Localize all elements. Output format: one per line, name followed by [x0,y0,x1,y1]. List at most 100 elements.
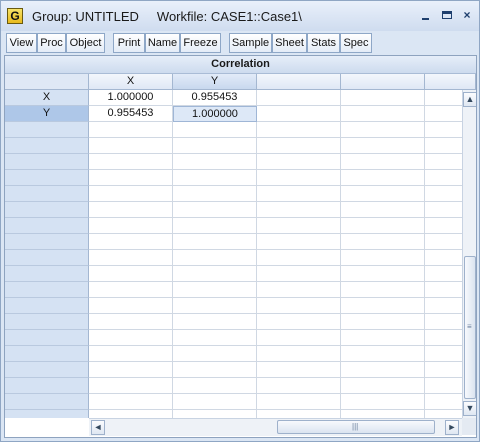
table-cell[interactable] [89,282,173,298]
table-cell[interactable] [173,138,257,154]
table-cell[interactable] [173,122,257,138]
row-header[interactable] [5,218,89,234]
table-cell[interactable] [425,218,463,234]
table-cell[interactable] [173,378,257,394]
row-header[interactable] [5,202,89,218]
table-cell[interactable] [425,346,463,362]
table-cell[interactable] [173,234,257,250]
table-cell[interactable] [257,298,341,314]
proc-button[interactable]: Proc [37,33,66,53]
table-cell[interactable] [341,154,425,170]
table-cell[interactable] [257,202,341,218]
table-cell[interactable] [341,410,425,418]
column-header-x[interactable]: X [89,74,173,90]
cell-y-x[interactable]: 0.955453 [89,106,173,122]
table-cell[interactable] [257,122,341,138]
table-cell[interactable] [341,234,425,250]
table-cell[interactable] [425,138,463,154]
table-cell[interactable] [89,186,173,202]
table-cell[interactable] [341,90,425,106]
table-cell[interactable] [257,410,341,418]
table-cell[interactable] [173,346,257,362]
table-cell[interactable] [173,362,257,378]
cell-x-x[interactable]: 1.000000 [89,90,173,106]
horizontal-scrollbar[interactable]: ◄ ||| ► [89,418,462,436]
table-cell[interactable] [257,218,341,234]
table-cell[interactable] [341,202,425,218]
table-cell[interactable] [341,170,425,186]
minimize-button[interactable] [419,8,433,22]
table-cell[interactable] [425,170,463,186]
table-cell[interactable] [341,122,425,138]
table-cell[interactable] [257,362,341,378]
table-cell[interactable] [257,106,341,122]
name-button[interactable]: Name [145,33,180,53]
row-header[interactable] [5,298,89,314]
table-cell[interactable] [341,186,425,202]
table-cell[interactable] [425,330,463,346]
table-cell[interactable] [425,122,463,138]
table-cell[interactable] [425,154,463,170]
table-cell[interactable] [257,266,341,282]
table-cell[interactable] [89,122,173,138]
table-cell[interactable] [257,250,341,266]
title-bar[interactable]: G Group: UNTITLED Workfile: CASE1::Case1\… [1,1,479,31]
table-cell[interactable] [257,282,341,298]
column-header[interactable] [341,74,425,90]
scroll-right-button[interactable]: ► [445,420,459,435]
table-cell[interactable] [89,266,173,282]
table-cell[interactable] [341,314,425,330]
spec-button[interactable]: Spec [340,33,372,53]
scroll-down-button[interactable]: ▼ [463,401,476,416]
table-cell[interactable] [257,394,341,410]
row-header[interactable] [5,330,89,346]
row-header[interactable] [5,314,89,330]
table-cell[interactable] [173,298,257,314]
table-cell[interactable] [341,138,425,154]
table-cell[interactable] [341,266,425,282]
table-cell[interactable] [341,250,425,266]
horizontal-scroll-thumb[interactable]: ||| [277,420,435,434]
table-cell[interactable] [341,346,425,362]
table-cell[interactable] [173,314,257,330]
row-header[interactable] [5,154,89,170]
table-cell[interactable] [173,282,257,298]
row-header[interactable] [5,234,89,250]
table-cell[interactable] [257,314,341,330]
stats-button[interactable]: Stats [307,33,340,53]
table-cell[interactable] [173,186,257,202]
table-cell[interactable] [89,234,173,250]
row-header[interactable] [5,138,89,154]
table-cell[interactable] [89,170,173,186]
table-cell[interactable] [425,314,463,330]
scroll-up-button[interactable]: ▲ [463,92,476,107]
table-cell[interactable] [173,266,257,282]
table-cell[interactable] [89,218,173,234]
table-cell[interactable] [257,346,341,362]
column-header[interactable] [257,74,341,90]
row-header[interactable] [5,122,89,138]
vertical-scrollbar[interactable]: ▲ ≡ ▼ [462,90,476,418]
scroll-left-button[interactable]: ◄ [91,420,105,435]
row-header[interactable] [5,410,89,418]
table-cell[interactable] [89,138,173,154]
cell-x-y[interactable]: 0.955453 [173,90,257,106]
table-cell[interactable] [425,202,463,218]
view-button[interactable]: View [6,33,37,53]
table-cell[interactable] [425,106,463,122]
table-cell[interactable] [173,218,257,234]
table-cell[interactable] [257,234,341,250]
table-cell[interactable] [89,202,173,218]
table-cell[interactable] [173,250,257,266]
table-cell[interactable] [89,314,173,330]
table-cell[interactable] [173,410,257,418]
table-cell[interactable] [173,170,257,186]
table-cell[interactable] [89,394,173,410]
table-cell[interactable] [341,362,425,378]
table-cell[interactable] [425,410,463,418]
table-cell[interactable] [89,330,173,346]
table-cell[interactable] [425,282,463,298]
table-cell[interactable] [173,330,257,346]
row-header[interactable] [5,170,89,186]
close-button[interactable]: × [460,8,474,22]
